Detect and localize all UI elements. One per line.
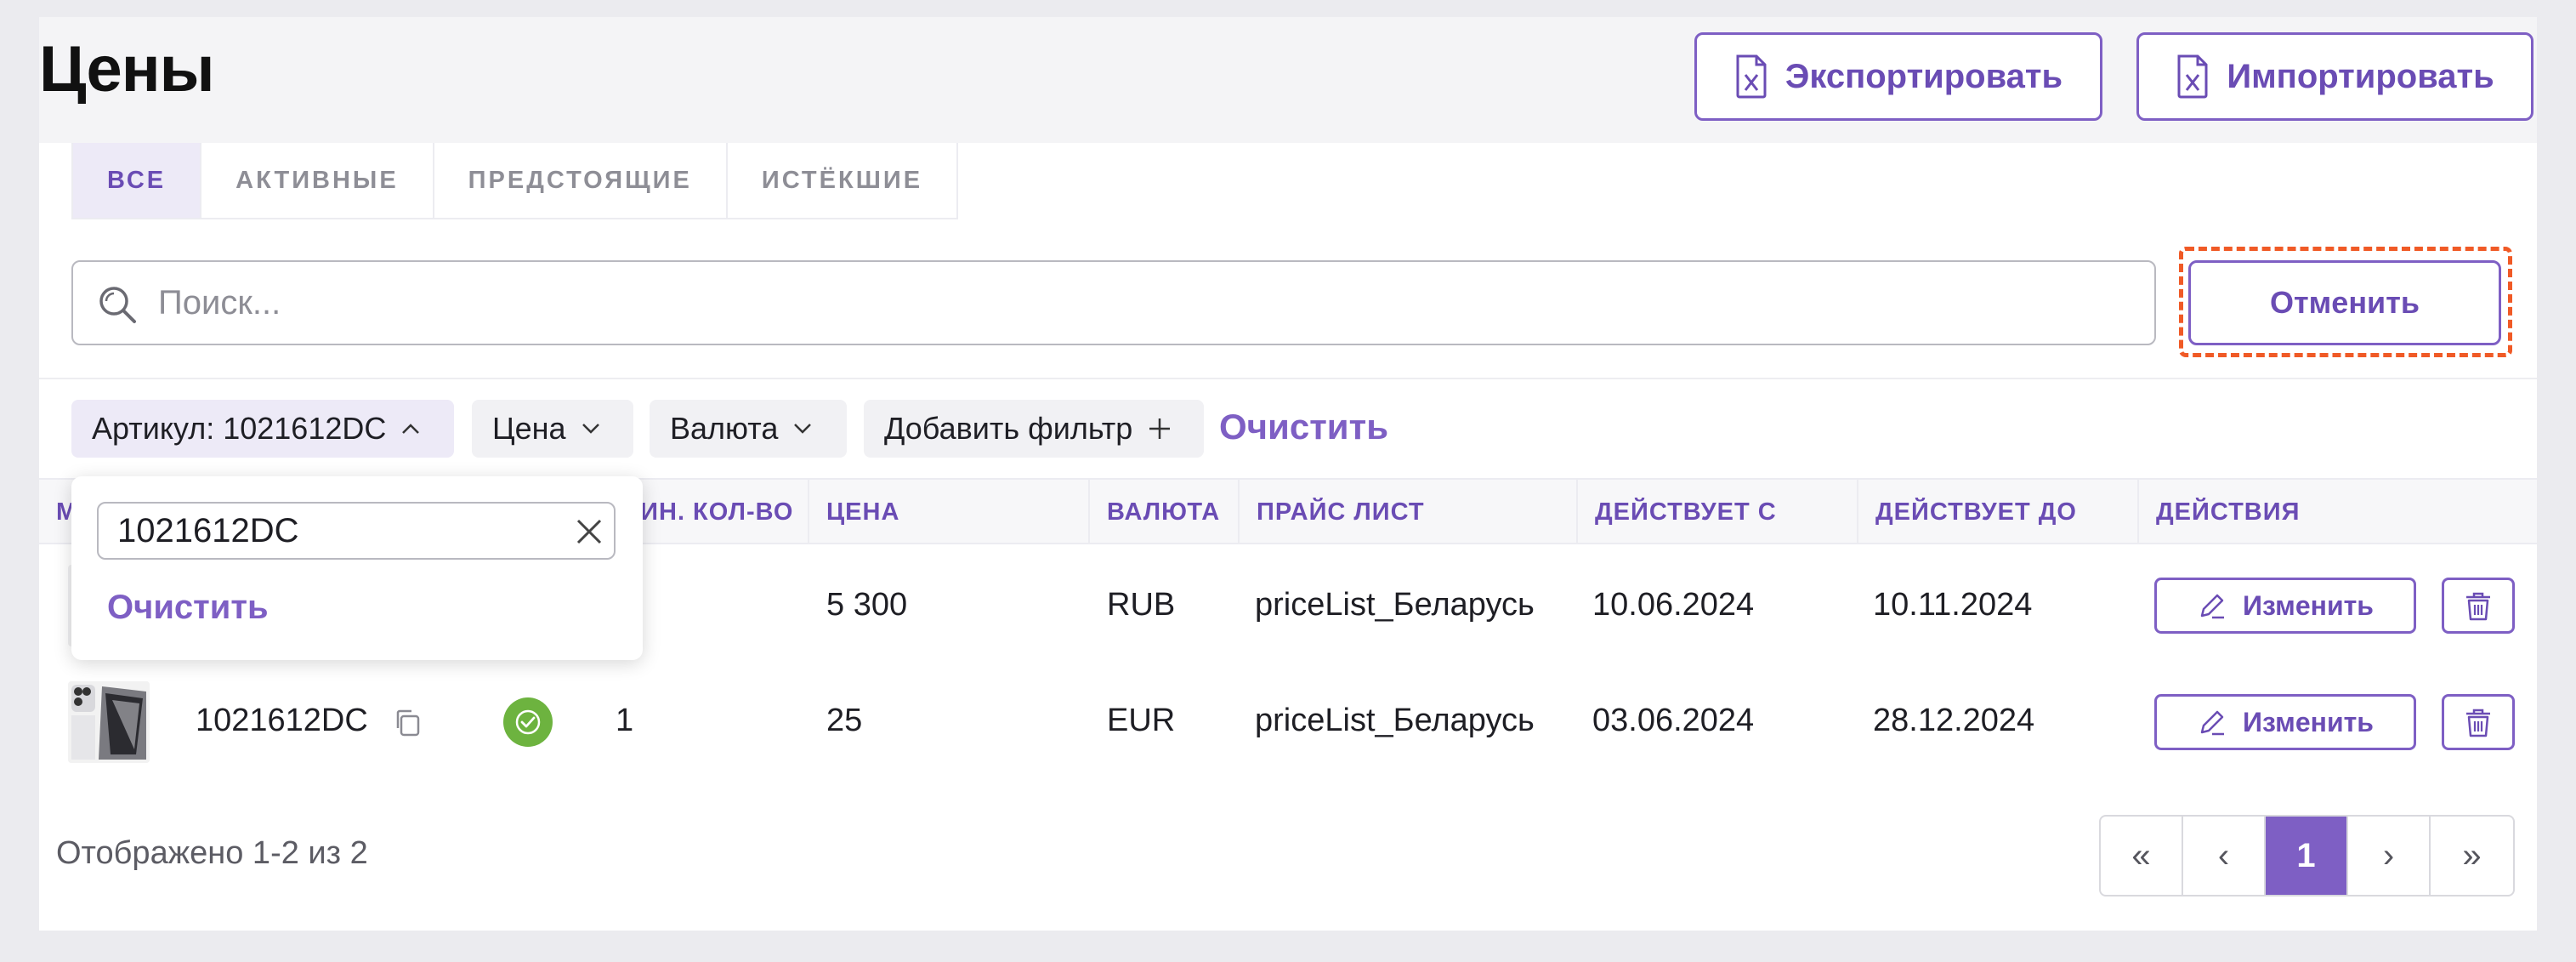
edit-label: Изменить xyxy=(2243,706,2374,737)
filter-chip-sku[interactable]: Артикул: 1021612DC xyxy=(71,400,454,458)
pencil-icon xyxy=(2200,710,2225,736)
filter-chip-label: Цена xyxy=(492,411,566,446)
tab-upcoming[interactable]: ПРЕДСТОЯЩИЕ xyxy=(434,143,728,218)
trash-icon xyxy=(2466,709,2490,737)
column-header-valid-to[interactable]: ДЕЙСТВУЕТ ДО xyxy=(1857,480,2137,544)
excel-file-icon xyxy=(1736,54,1767,99)
column-header-actions: ДЕЙСТВИЯ xyxy=(2137,480,2537,544)
search-input[interactable] xyxy=(158,277,2114,328)
product-thumbnail xyxy=(68,681,150,763)
valid-to-cell: 10.11.2024 xyxy=(1873,587,2033,623)
edit-label: Изменить xyxy=(2243,589,2374,621)
valid-to-cell: 28.12.2024 xyxy=(1873,703,2035,738)
phone-image-icon xyxy=(68,681,150,763)
tab-active[interactable]: АКТИВНЫЕ xyxy=(201,143,434,218)
delete-button[interactable] xyxy=(2442,578,2515,634)
close-icon[interactable] xyxy=(575,517,604,546)
check-circle-icon xyxy=(515,709,541,735)
column-header-price[interactable]: ЦЕНА xyxy=(808,480,1088,544)
status-active-icon xyxy=(503,697,553,747)
chevron-down-icon xyxy=(582,424,599,434)
next-page-button[interactable]: › xyxy=(2348,817,2431,895)
results-count: Отображено 1-2 из 2 xyxy=(56,835,368,871)
tab-expired[interactable]: ИСТЁКШИЕ xyxy=(728,143,956,218)
export-button[interactable]: Экспортировать xyxy=(1694,32,2102,121)
sku-cell: 1021612DC xyxy=(196,703,368,738)
excel-file-icon xyxy=(2177,54,2208,99)
valid-from-cell: 10.06.2024 xyxy=(1592,587,1755,623)
price-list-cell: priceList_Беларусь xyxy=(1255,587,1535,623)
price-list-cell: priceList_Беларусь xyxy=(1255,703,1535,738)
price-cell: 25 xyxy=(826,703,863,738)
price-cell: 5 300 xyxy=(826,587,908,623)
currency-cell: RUB xyxy=(1107,587,1176,623)
edit-button[interactable]: Изменить xyxy=(2154,578,2416,634)
import-button[interactable]: Импортировать xyxy=(2136,32,2533,121)
prev-page-button[interactable]: ‹ xyxy=(2183,817,2266,895)
edit-button[interactable]: Изменить xyxy=(2154,694,2416,750)
page-button-current[interactable]: 1 xyxy=(2266,817,2348,895)
search-icon xyxy=(99,287,136,323)
popover-clear-link[interactable]: Очистить xyxy=(107,589,269,627)
pagination: « ‹ 1 › » xyxy=(2099,815,2515,897)
column-header-price-list[interactable]: ПРАЙС ЛИСТ xyxy=(1238,480,1576,544)
chevron-up-icon xyxy=(402,424,420,434)
filter-chip-label: Артикул: 1021612DC xyxy=(92,411,387,446)
column-header-valid-from[interactable]: ДЕЙСТВУЕТ С xyxy=(1576,480,1857,544)
divider xyxy=(39,378,2537,379)
min-qty-cell: 1 xyxy=(616,703,634,738)
import-label: Импортировать xyxy=(2227,57,2494,95)
clear-filters-link[interactable]: Очистить xyxy=(1219,407,1388,447)
page-title: Цены xyxy=(39,33,215,105)
filter-chip-label: Добавить фильтр xyxy=(884,411,1133,446)
search-box xyxy=(71,260,2156,345)
filter-chip-label: Валюта xyxy=(670,411,779,446)
column-header-currency[interactable]: ВАЛЮТА xyxy=(1088,480,1238,544)
delete-button[interactable] xyxy=(2442,694,2515,750)
copy-icon[interactable] xyxy=(393,708,423,738)
export-label: Экспортировать xyxy=(1784,57,2063,95)
last-page-button[interactable]: » xyxy=(2431,817,2513,895)
filter-chip-currency[interactable]: Валюта xyxy=(650,400,847,458)
sku-filter-input[interactable]: 1021612DC xyxy=(97,502,616,560)
first-page-button[interactable]: « xyxy=(2101,817,2183,895)
pencil-icon xyxy=(2200,594,2225,619)
tab-all[interactable]: ВСЕ xyxy=(73,143,202,218)
plus-icon xyxy=(1149,418,1171,439)
cancel-button[interactable]: Отменить xyxy=(2188,260,2501,345)
add-filter-button[interactable]: Добавить фильтр xyxy=(864,400,1204,458)
valid-from-cell: 03.06.2024 xyxy=(1592,703,1755,738)
sku-filter-popover: 1021612DC Очистить xyxy=(71,476,643,660)
chevron-down-icon xyxy=(794,424,812,434)
status-tabs: ВСЕ АКТИВНЫЕ ПРЕДСТОЯЩИЕ ИСТЁКШИЕ xyxy=(71,143,959,219)
sku-filter-value: 1021612DC xyxy=(117,512,299,549)
filter-chip-price[interactable]: Цена xyxy=(472,400,633,458)
currency-cell: EUR xyxy=(1107,703,1176,738)
trash-icon xyxy=(2466,592,2490,621)
